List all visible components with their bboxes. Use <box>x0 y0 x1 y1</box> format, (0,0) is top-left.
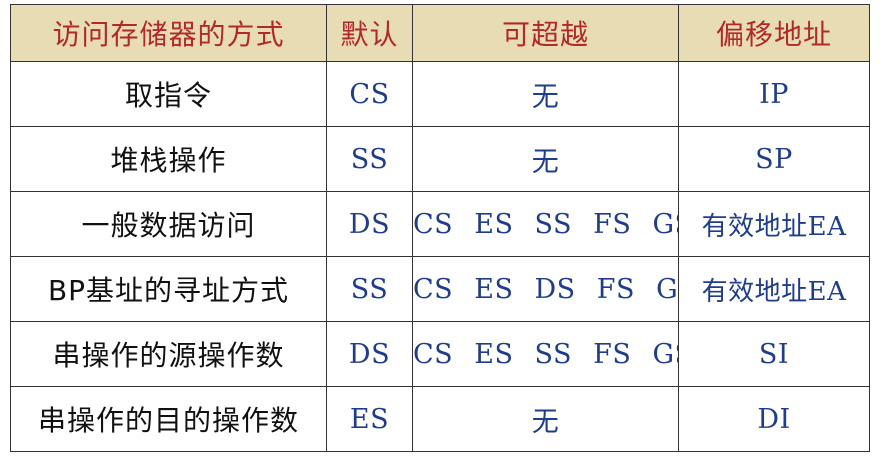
access-method-cell: 串操作的源操作数 <box>10 321 327 387</box>
offset-address-cell: 有效地址EA <box>678 191 870 257</box>
header-access-method: 访问存储器的方式 <box>10 4 327 62</box>
default-segment-cell: DS <box>326 321 413 387</box>
default-segment-cell: DS <box>326 191 413 257</box>
offset-address-cell: DI <box>678 386 870 452</box>
overridable-segments-cell: 无 <box>412 61 679 127</box>
offset-address-cell: 有效地址EA <box>678 256 870 322</box>
table-header-row: 访问存储器的方式 默认 可超越 偏移地址 <box>10 4 870 62</box>
access-method-cell: 堆栈操作 <box>10 126 327 192</box>
offset-address-cell: SP <box>678 126 870 192</box>
table-row: 取指令 CS 无 IP <box>10 61 870 127</box>
access-method-cell: 串操作的目的操作数 <box>10 386 327 452</box>
default-segment-cell: SS <box>326 256 413 322</box>
table-row: 串操作的源操作数 DS CS ES SS FS GS SI <box>10 321 870 387</box>
table-row: 堆栈操作 SS 无 SP <box>10 126 870 192</box>
access-method-cell: BP基址的寻址方式 <box>10 256 327 322</box>
offset-address-cell: SI <box>678 321 870 387</box>
table-row: BP基址的寻址方式 SS CS ES DS FS GS 有效地址EA <box>10 256 870 322</box>
header-default: 默认 <box>326 4 413 62</box>
access-method-cell: 取指令 <box>10 61 327 127</box>
overridable-segments-cell: CS ES DS FS GS <box>412 256 679 322</box>
table-row: 一般数据访问 DS CS ES SS FS GS 有效地址EA <box>10 191 870 257</box>
default-segment-cell: SS <box>326 126 413 192</box>
segment-register-table: 访问存储器的方式 默认 可超越 偏移地址 取指令 CS 无 IP 堆栈操作 SS… <box>10 4 870 452</box>
overridable-segments-cell: 无 <box>412 126 679 192</box>
overridable-segments-cell: CS ES SS FS GS <box>412 191 679 257</box>
page: 访问存储器的方式 默认 可超越 偏移地址 取指令 CS 无 IP 堆栈操作 SS… <box>0 0 882 471</box>
table-row: 串操作的目的操作数 ES 无 DI <box>10 386 870 452</box>
offset-address-cell: IP <box>678 61 870 127</box>
header-offset-address: 偏移地址 <box>678 4 870 62</box>
overridable-segments-cell: 无 <box>412 386 679 452</box>
overridable-segments-cell: CS ES SS FS GS <box>412 321 679 387</box>
header-overridable: 可超越 <box>412 4 679 62</box>
default-segment-cell: ES <box>326 386 413 452</box>
access-method-cell: 一般数据访问 <box>10 191 327 257</box>
default-segment-cell: CS <box>326 61 413 127</box>
